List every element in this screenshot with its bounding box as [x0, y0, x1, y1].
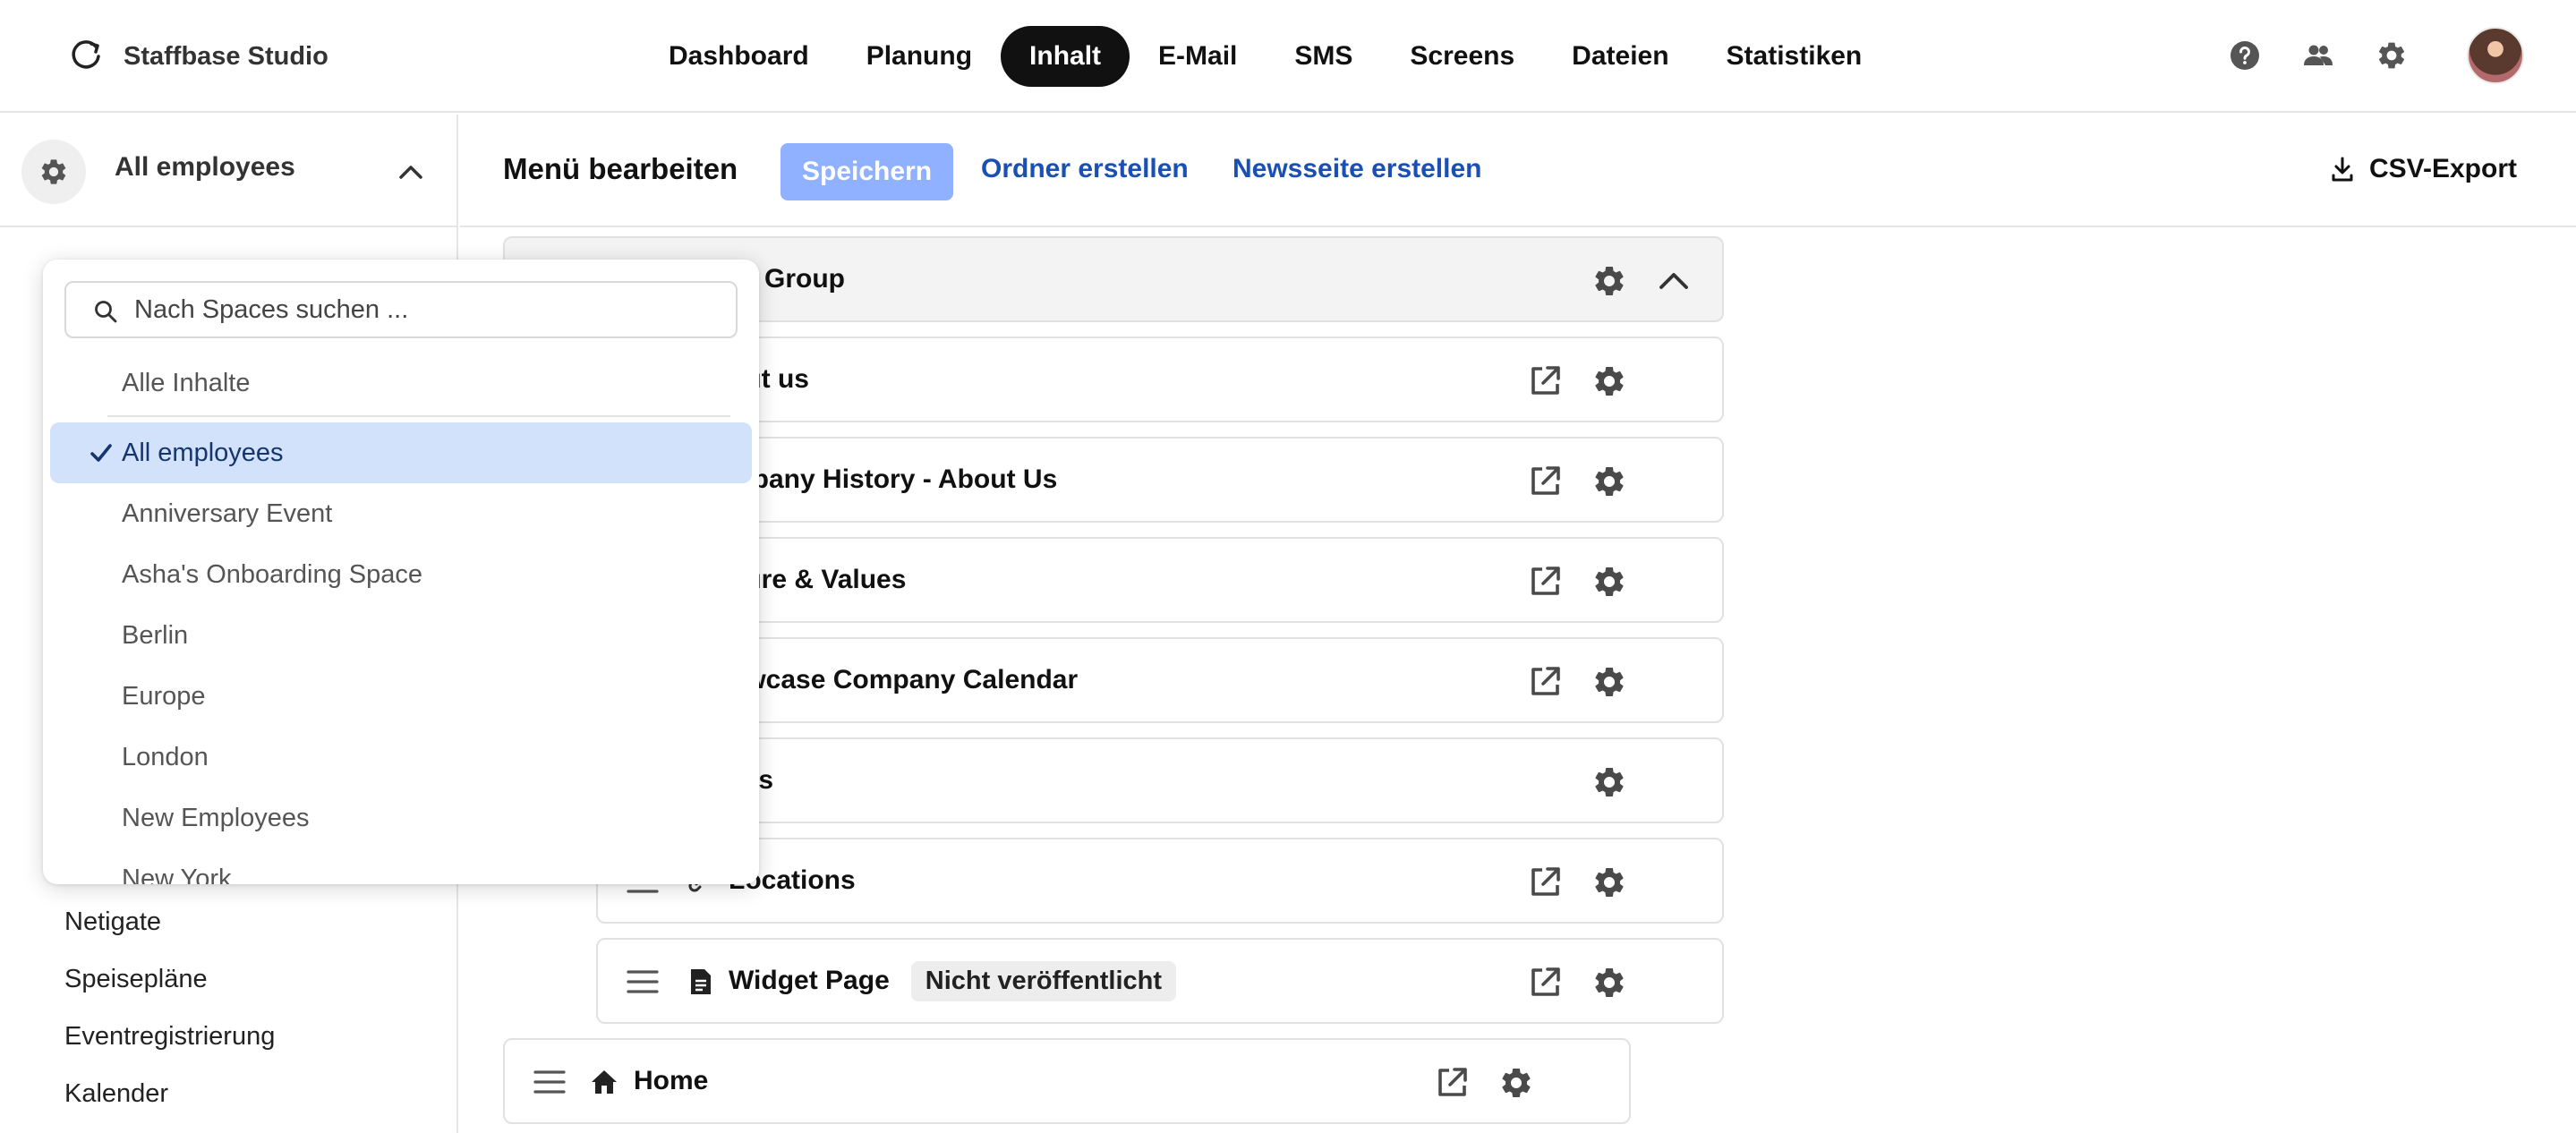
main-nav: Dashboard Planung Inhalt E-Mail SMS Scre… [640, 26, 1890, 87]
gear-icon[interactable] [1591, 363, 1627, 399]
save-button[interactable]: Speichern [780, 143, 954, 200]
gear-icon[interactable] [1591, 965, 1627, 1001]
menu-row[interactable]: owcase Company Calendar [596, 637, 1724, 723]
space-search-input[interactable] [134, 290, 716, 329]
sidebar-links: Netigate Speisepläne Eventregistrierung … [64, 893, 275, 1122]
space-settings-button[interactable] [21, 140, 86, 204]
menu-row[interactable]: Widget Page Nicht veröffentlicht [596, 938, 1724, 1024]
menu-row[interactable]: Locations [596, 838, 1724, 924]
chevron-up-icon[interactable] [1656, 263, 1692, 299]
check-icon [90, 444, 112, 462]
menu-home-row[interactable]: Home [503, 1038, 1631, 1124]
external-link-icon[interactable] [1527, 965, 1563, 1001]
top-navigation-bar: Staffbase Studio Dashboard Planung Inhal… [0, 0, 2576, 113]
staffbase-logo-icon [72, 40, 100, 69]
gear-icon[interactable] [1498, 1065, 1534, 1101]
nav-dashboard[interactable]: Dashboard [640, 26, 838, 87]
menu-toolbar: Menü bearbeiten Speichern Ordner erstell… [460, 115, 2576, 227]
search-icon [95, 301, 117, 323]
nav-inhalt[interactable]: Inhalt [1001, 26, 1130, 87]
dropdown-option-all-content[interactable]: Alle Inhalte [50, 353, 752, 413]
dropdown-option[interactable]: New Employees [50, 788, 752, 848]
external-link-icon[interactable] [1527, 664, 1563, 700]
csv-export-button[interactable]: CSV-Export [2330, 154, 2517, 184]
nav-dateien[interactable]: Dateien [1543, 26, 1697, 87]
brand-name: Staffbase Studio [124, 41, 328, 71]
dropdown-option[interactable]: Asha's Onboarding Space [50, 544, 752, 605]
nav-sms[interactable]: SMS [1266, 26, 1381, 87]
page-title: Menü bearbeiten [503, 152, 738, 185]
dropdown-option-selected[interactable]: All employees [50, 422, 752, 483]
help-icon[interactable] [2229, 39, 2261, 72]
space-dropdown: Alle Inhalte All employees Anniversary E… [43, 260, 759, 884]
home-icon [592, 1070, 617, 1094]
dropdown-option[interactable]: New York [50, 848, 752, 885]
settings-gear-icon[interactable] [2376, 39, 2408, 72]
brand[interactable]: Staffbase Studio [68, 34, 328, 79]
external-link-icon[interactable] [1527, 464, 1563, 499]
menu-row-label: mpany History - About Us [729, 464, 1058, 494]
create-newspage-button[interactable]: Newsseite erstellen [1233, 154, 1481, 184]
external-link-icon[interactable] [1527, 564, 1563, 600]
menu-row[interactable]: out us [596, 336, 1724, 422]
gear-icon[interactable] [1591, 865, 1627, 900]
sidebar-item-kalender[interactable]: Kalender [64, 1065, 275, 1122]
menu-row[interactable]: lture & Values [596, 537, 1724, 623]
sidebar-item-netigate[interactable]: Netigate [64, 893, 275, 950]
space-search [64, 281, 738, 338]
gear-icon[interactable] [1591, 564, 1627, 600]
dropdown-option[interactable]: London [50, 727, 752, 788]
download-icon [2332, 157, 2353, 182]
space-selector[interactable]: All employees [0, 115, 456, 227]
gear-icon[interactable] [1591, 263, 1627, 299]
external-link-icon[interactable] [1527, 363, 1563, 399]
dropdown-option[interactable]: Anniversary Event [50, 483, 752, 544]
external-link-icon[interactable] [1434, 1065, 1470, 1101]
dropdown-option-label: All employees [122, 438, 284, 467]
header-actions [2229, 27, 2524, 84]
gear-icon[interactable] [1591, 664, 1627, 700]
menu-group-label: Group [764, 264, 845, 294]
gear-icon[interactable] [1591, 464, 1627, 499]
space-name: All employees [115, 152, 295, 182]
dropdown-option[interactable]: Europe [50, 666, 752, 727]
avatar[interactable] [2467, 27, 2524, 84]
widget-page-title: Widget Page [729, 966, 890, 995]
menu-row[interactable]: mpany History - About Us [596, 437, 1724, 523]
page-icon [691, 969, 711, 994]
drag-handle-icon[interactable] [627, 968, 659, 995]
drag-handle-icon[interactable] [533, 1069, 566, 1095]
csv-export-label: CSV-Export [2368, 154, 2517, 183]
create-folder-button[interactable]: Ordner erstellen [981, 154, 1189, 184]
nav-statistiken[interactable]: Statistiken [1698, 26, 1891, 87]
unpublished-badge: Nicht veröffentlicht [910, 960, 1177, 1001]
sidebar-item-speiseplaene[interactable]: Speisepläne [64, 950, 275, 1008]
nav-screens[interactable]: Screens [1381, 26, 1543, 87]
menu-row[interactable]: ess [596, 737, 1724, 823]
menu-row-label: owcase Company Calendar [729, 665, 1079, 694]
external-link-icon[interactable] [1527, 865, 1563, 900]
gear-icon[interactable] [1591, 764, 1627, 800]
menu-home-label: Home [634, 1066, 709, 1095]
dropdown-option[interactable]: Berlin [50, 605, 752, 666]
gear-icon [41, 159, 66, 184]
menu-row-label: Widget Page Nicht veröffentlicht [729, 940, 1177, 1022]
nav-email[interactable]: E-Mail [1130, 26, 1266, 87]
users-icon[interactable] [2302, 39, 2334, 72]
dropdown-divider [107, 415, 730, 417]
sidebar-item-eventregistrierung[interactable]: Eventregistrierung [64, 1008, 275, 1065]
chevron-up-icon[interactable] [396, 158, 426, 188]
nav-planung[interactable]: Planung [838, 26, 1001, 87]
